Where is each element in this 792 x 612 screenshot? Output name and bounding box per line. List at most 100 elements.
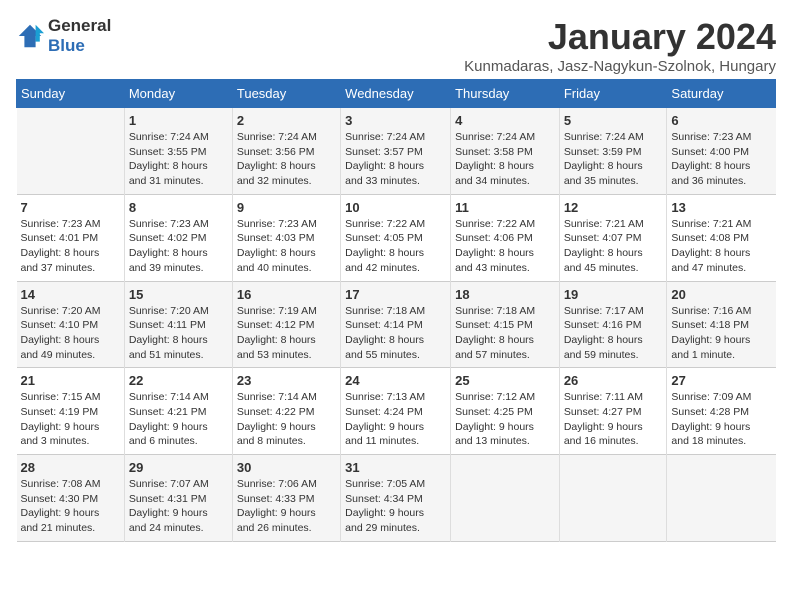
- day-number: 28: [21, 460, 120, 475]
- calendar-cell: 11Sunrise: 7:22 AMSunset: 4:06 PMDayligh…: [451, 194, 560, 281]
- day-info: Sunrise: 7:05 AMSunset: 4:34 PMDaylight:…: [345, 477, 446, 536]
- day-number: 13: [671, 200, 771, 215]
- day-info: Sunrise: 7:11 AMSunset: 4:27 PMDaylight:…: [564, 390, 663, 449]
- day-info: Sunrise: 7:16 AMSunset: 4:18 PMDaylight:…: [671, 304, 771, 363]
- calendar-cell: [17, 108, 125, 195]
- calendar-cell: 27 Sunrise: 7:09 AMSunset: 4:28 PMDayligh…: [667, 368, 776, 455]
- day-number: 23: [237, 373, 336, 388]
- day-info: Sunrise: 7:18 AMSunset: 4:15 PMDaylight:…: [455, 304, 555, 363]
- weekday-header: Monday: [124, 80, 232, 108]
- calendar-cell: 26 Sunrise: 7:11 AMSunset: 4:27 PMDayligh…: [559, 368, 667, 455]
- day-info: Sunrise: 7:06 AMSunset: 4:33 PMDaylight:…: [237, 477, 336, 536]
- logo-line2: Blue: [48, 36, 111, 56]
- day-info: Sunrise: 7:24 AMSunset: 3:57 PMDaylight:…: [345, 130, 446, 189]
- day-info: Sunrise: 7:09 AMSunset: 4:28 PMDaylight:…: [671, 390, 771, 449]
- day-info: Sunrise: 7:15 AMSunset: 4:19 PMDaylight:…: [21, 390, 120, 449]
- day-info: Sunrise: 7:24 AMSunset: 3:58 PMDaylight:…: [455, 130, 555, 189]
- day-number: 7: [21, 200, 120, 215]
- calendar-cell: [667, 455, 776, 542]
- day-number: 8: [129, 200, 228, 215]
- day-info: Sunrise: 7:13 AMSunset: 4:24 PMDaylight:…: [345, 390, 446, 449]
- calendar-cell: 4 Sunrise: 7:24 AMSunset: 3:58 PMDaylight…: [451, 108, 560, 195]
- calendar-cell: [451, 455, 560, 542]
- day-info: Sunrise: 7:22 AMSunset: 4:05 PMDaylight:…: [345, 217, 446, 276]
- day-number: 29: [129, 460, 228, 475]
- day-number: 14: [21, 287, 120, 302]
- day-info: Sunrise: 7:24 AMSunset: 3:55 PMDaylight:…: [129, 130, 228, 189]
- calendar-cell: 13 Sunrise: 7:21 AMSunset: 4:08 PMDayligh…: [667, 194, 776, 281]
- day-number: 17: [345, 287, 446, 302]
- day-number: 9: [237, 200, 336, 215]
- day-info: Sunrise: 7:24 AMSunset: 3:59 PMDaylight:…: [564, 130, 663, 189]
- calendar-cell: 20 Sunrise: 7:16 AMSunset: 4:18 PMDayligh…: [667, 281, 776, 368]
- day-info: Sunrise: 7:20 AMSunset: 4:11 PMDaylight:…: [129, 304, 228, 363]
- calendar-cell: 3Sunrise: 7:24 AMSunset: 3:57 PMDaylight…: [341, 108, 451, 195]
- day-number: 31: [345, 460, 446, 475]
- calendar-table: SundayMondayTuesdayWednesdayThursdayFrid…: [16, 79, 776, 542]
- logo: General Blue: [16, 16, 111, 56]
- calendar-cell: 23Sunrise: 7:14 AMSunset: 4:22 PMDayligh…: [232, 368, 340, 455]
- logo-icon: [16, 22, 44, 50]
- calendar-cell: 24 Sunrise: 7:13 AMSunset: 4:24 PMDayligh…: [341, 368, 451, 455]
- day-info: Sunrise: 7:23 AMSunset: 4:02 PMDaylight:…: [129, 217, 228, 276]
- calendar-subtitle: Kunmadaras, Jasz-Nagykun-Szolnok, Hungar…: [464, 58, 776, 75]
- day-number: 12: [564, 200, 663, 215]
- day-number: 5: [564, 113, 663, 128]
- day-info: Sunrise: 7:14 AMSunset: 4:21 PMDaylight:…: [129, 390, 228, 449]
- calendar-cell: [559, 455, 667, 542]
- day-info: Sunrise: 7:18 AMSunset: 4:14 PMDaylight:…: [345, 304, 446, 363]
- calendar-cell: 14 Sunrise: 7:20 AMSunset: 4:10 PMDayligh…: [17, 281, 125, 368]
- day-info: Sunrise: 7:20 AMSunset: 4:10 PMDaylight:…: [21, 304, 120, 363]
- day-number: 30: [237, 460, 336, 475]
- day-number: 6: [671, 113, 771, 128]
- calendar-cell: 9 Sunrise: 7:23 AMSunset: 4:03 PMDaylight…: [232, 194, 340, 281]
- calendar-cell: 18 Sunrise: 7:18 AMSunset: 4:15 PMDayligh…: [451, 281, 560, 368]
- day-info: Sunrise: 7:17 AMSunset: 4:16 PMDaylight:…: [564, 304, 663, 363]
- calendar-header-row: SundayMondayTuesdayWednesdayThursdayFrid…: [17, 80, 776, 108]
- day-number: 26: [564, 373, 663, 388]
- calendar-week-row: 7 Sunrise: 7:23 AMSunset: 4:01 PMDaylight…: [17, 194, 776, 281]
- day-number: 2: [237, 113, 336, 128]
- weekday-header: Friday: [559, 80, 667, 108]
- calendar-cell: 29 Sunrise: 7:07 AMSunset: 4:31 PMDayligh…: [124, 455, 232, 542]
- day-info: Sunrise: 7:21 AMSunset: 4:08 PMDaylight:…: [671, 217, 771, 276]
- day-number: 25: [455, 373, 555, 388]
- day-info: Sunrise: 7:23 AMSunset: 4:03 PMDaylight:…: [237, 217, 336, 276]
- weekday-header: Saturday: [667, 80, 776, 108]
- calendar-cell: 5 Sunrise: 7:24 AMSunset: 3:59 PMDaylight…: [559, 108, 667, 195]
- weekday-header: Thursday: [451, 80, 560, 108]
- day-number: 27: [671, 373, 771, 388]
- day-number: 22: [129, 373, 228, 388]
- weekday-header: Tuesday: [232, 80, 340, 108]
- day-info: Sunrise: 7:23 AMSunset: 4:01 PMDaylight:…: [21, 217, 120, 276]
- day-info: Sunrise: 7:12 AMSunset: 4:25 PMDaylight:…: [455, 390, 555, 449]
- calendar-cell: 1 Sunrise: 7:24 AMSunset: 3:55 PMDaylight…: [124, 108, 232, 195]
- day-number: 24: [345, 373, 446, 388]
- calendar-cell: 15 Sunrise: 7:20 AMSunset: 4:11 PMDayligh…: [124, 281, 232, 368]
- day-number: 4: [455, 113, 555, 128]
- calendar-cell: 25 Sunrise: 7:12 AMSunset: 4:25 PMDayligh…: [451, 368, 560, 455]
- day-info: Sunrise: 7:21 AMSunset: 4:07 PMDaylight:…: [564, 217, 663, 276]
- calendar-week-row: 21 Sunrise: 7:15 AMSunset: 4:19 PMDayligh…: [17, 368, 776, 455]
- day-number: 18: [455, 287, 555, 302]
- day-info: Sunrise: 7:24 AMSunset: 3:56 PMDaylight:…: [237, 130, 336, 189]
- calendar-cell: 17 Sunrise: 7:18 AMSunset: 4:14 PMDayligh…: [341, 281, 451, 368]
- day-number: 15: [129, 287, 228, 302]
- day-number: 21: [21, 373, 120, 388]
- calendar-cell: 22 Sunrise: 7:14 AMSunset: 4:21 PMDayligh…: [124, 368, 232, 455]
- calendar-cell: 30 Sunrise: 7:06 AMSunset: 4:33 PMDayligh…: [232, 455, 340, 542]
- calendar-cell: 12 Sunrise: 7:21 AMSunset: 4:07 PMDayligh…: [559, 194, 667, 281]
- page-header: General Blue January 2024 Kunmadaras, Ja…: [16, 16, 776, 75]
- calendar-week-row: 14 Sunrise: 7:20 AMSunset: 4:10 PMDayligh…: [17, 281, 776, 368]
- day-number: 10: [345, 200, 446, 215]
- logo-line1: General: [48, 16, 111, 36]
- day-info: Sunrise: 7:19 AMSunset: 4:12 PMDaylight:…: [237, 304, 336, 363]
- day-info: Sunrise: 7:08 AMSunset: 4:30 PMDaylight:…: [21, 477, 120, 536]
- calendar-cell: 21 Sunrise: 7:15 AMSunset: 4:19 PMDayligh…: [17, 368, 125, 455]
- calendar-cell: 8 Sunrise: 7:23 AMSunset: 4:02 PMDaylight…: [124, 194, 232, 281]
- calendar-cell: 10 Sunrise: 7:22 AMSunset: 4:05 PMDayligh…: [341, 194, 451, 281]
- day-info: Sunrise: 7:23 AMSunset: 4:00 PMDaylight:…: [671, 130, 771, 189]
- day-info: Sunrise: 7:07 AMSunset: 4:31 PMDaylight:…: [129, 477, 228, 536]
- day-number: 1: [129, 113, 228, 128]
- day-number: 20: [671, 287, 771, 302]
